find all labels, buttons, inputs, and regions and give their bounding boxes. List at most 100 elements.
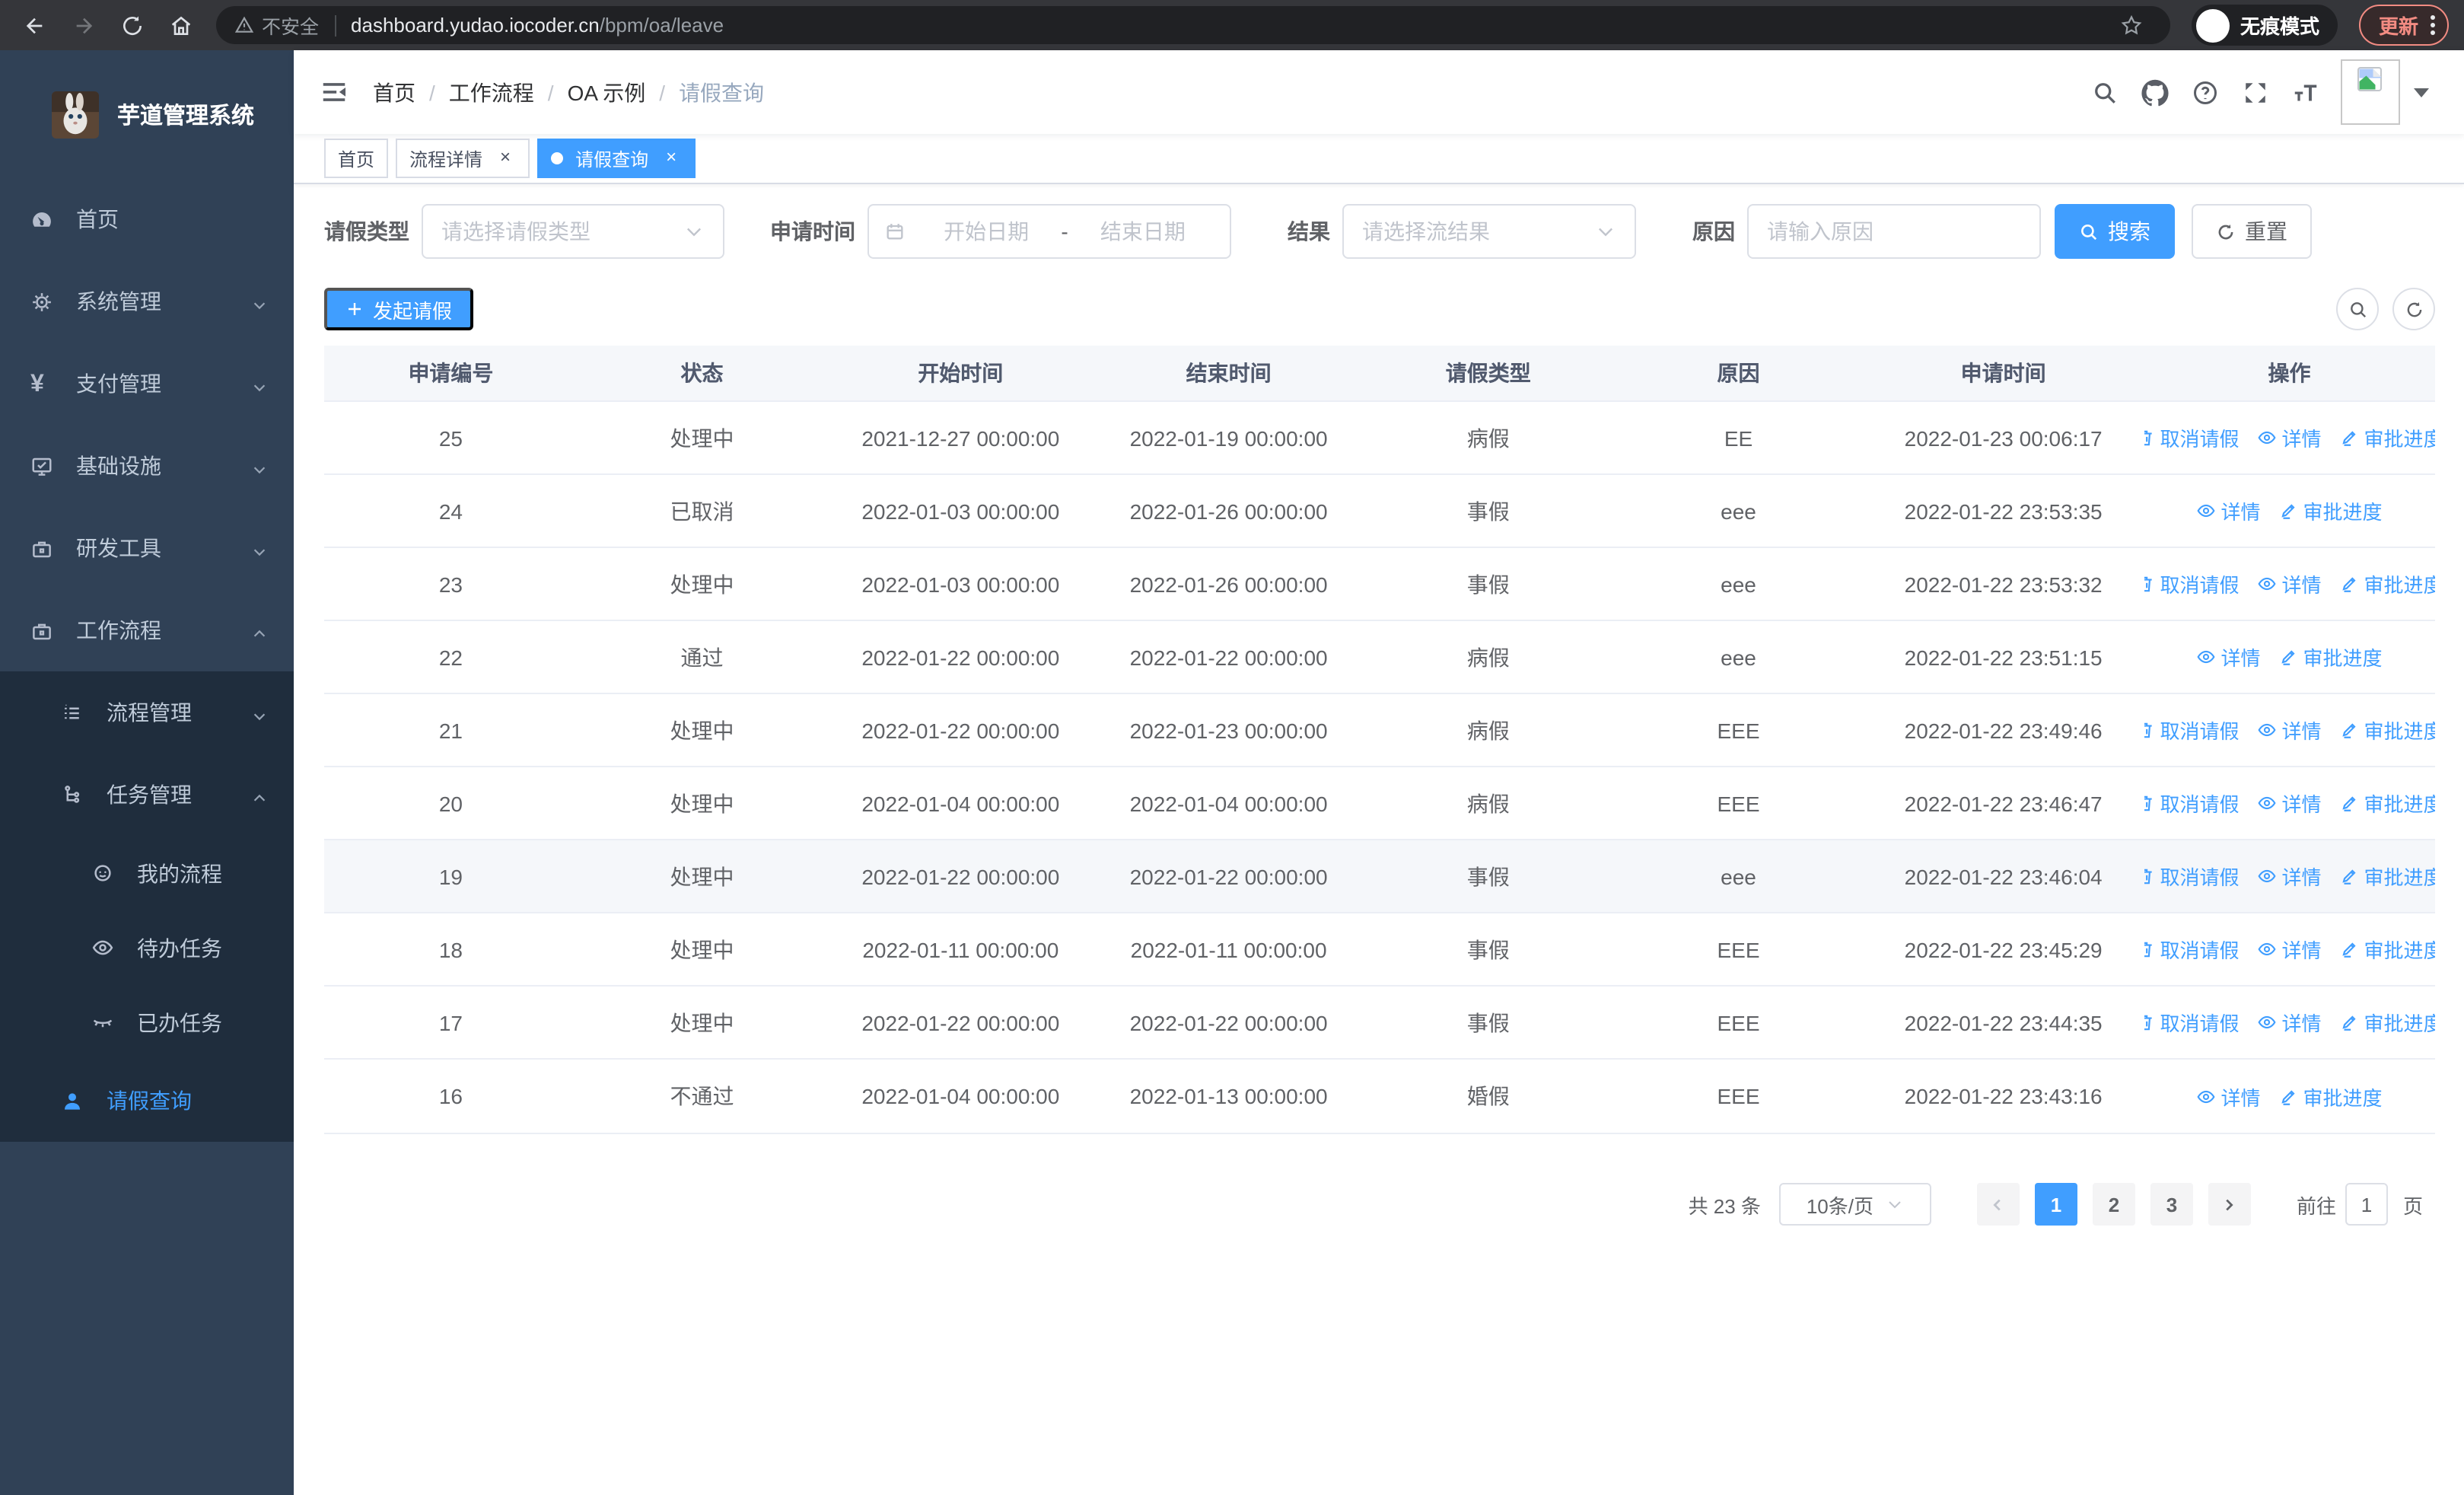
next-page-button[interactable]: [2208, 1183, 2251, 1226]
sidebar-item-system[interactable]: 系统管理: [0, 260, 294, 343]
sidebar-item-payment[interactable]: ¥ 支付管理: [0, 343, 294, 425]
update-button[interactable]: 更新: [2358, 5, 2449, 46]
pen-icon: [2342, 723, 2357, 738]
help-icon[interactable]: [2192, 78, 2219, 106]
detail-link[interactable]: 详情: [2257, 789, 2322, 818]
detail-link[interactable]: 详情: [2196, 642, 2260, 671]
incognito-label: 无痕模式: [2240, 15, 2319, 38]
tab-process-detail[interactable]: 流程详情 ×: [396, 139, 530, 178]
sidebar-item-process-mgmt[interactable]: 流程管理: [0, 671, 294, 754]
approval-progress-link[interactable]: 审批进度: [2278, 496, 2383, 525]
table-row: 18 处理中 2022-01-11 00:00:00 2022-01-11 00…: [324, 913, 2435, 987]
table-body: 25 处理中 2021-12-27 00:00:00 2022-01-19 00…: [324, 402, 2435, 1133]
sidebar-item-todo-tasks[interactable]: 待办任务: [0, 910, 294, 985]
detail-link[interactable]: 详情: [2257, 716, 2322, 744]
page-size-select[interactable]: 10条/页: [1778, 1183, 1931, 1226]
sidebar-item-workflow[interactable]: 工作流程: [0, 589, 294, 671]
detail-link[interactable]: 详情: [2257, 862, 2322, 891]
approval-progress-link[interactable]: 审批进度: [2278, 1082, 2383, 1111]
leave-type-select[interactable]: 请选择请假类型: [422, 204, 724, 259]
reload-icon[interactable]: [113, 5, 152, 45]
reset-button[interactable]: 重置: [2192, 204, 2312, 259]
page-button-2[interactable]: 2: [2092, 1183, 2135, 1226]
cancel-leave-link[interactable]: 取消请假: [2144, 1008, 2239, 1037]
cancel-leave-link[interactable]: 取消请假: [2144, 569, 2239, 598]
goto-page-input[interactable]: [2345, 1183, 2388, 1226]
sidebar-collapse-icon[interactable]: [320, 78, 349, 107]
pen-icon: [2342, 431, 2357, 446]
tab-home[interactable]: 首页: [324, 139, 389, 178]
table-toolbar: 发起请假: [324, 288, 2435, 330]
cell-end-time: 2022-01-13 00:00:00: [1129, 1084, 1328, 1108]
back-icon[interactable]: [15, 5, 55, 45]
approval-progress-link[interactable]: 审批进度: [2340, 1008, 2435, 1037]
sidebar-item-leave-query[interactable]: 请假查询: [0, 1060, 294, 1142]
show-search-button[interactable]: [2336, 288, 2379, 330]
github-icon[interactable]: [2141, 78, 2169, 106]
detail-link[interactable]: 详情: [2257, 569, 2322, 598]
page-button-3[interactable]: 3: [2150, 1183, 2193, 1226]
approval-progress-link[interactable]: 审批进度: [2340, 789, 2435, 818]
breadcrumb-oa[interactable]: OA 示例: [568, 77, 646, 107]
chevron-down-icon: [683, 221, 705, 242]
search-icon[interactable]: [2091, 78, 2119, 106]
cancel-leave-link[interactable]: 取消请假: [2144, 423, 2239, 452]
sidebar-item-home[interactable]: 首页: [0, 178, 294, 260]
cancel-leave-link[interactable]: 取消请假: [2144, 935, 2239, 964]
prev-page-button[interactable]: [1976, 1183, 2020, 1226]
forward-icon[interactable]: [64, 5, 103, 45]
approval-progress-link[interactable]: 审批进度: [2340, 716, 2435, 744]
calendar-icon: [884, 221, 906, 242]
refresh-table-button[interactable]: [2392, 288, 2435, 330]
cancel-leave-link[interactable]: 取消请假: [2144, 789, 2239, 818]
font-size-icon[interactable]: [2292, 78, 2319, 106]
detail-link[interactable]: 详情: [2196, 1082, 2260, 1111]
reason-input[interactable]: 请输入原因: [1747, 204, 2041, 259]
eye-icon: [2197, 650, 2215, 664]
home-icon[interactable]: [161, 5, 201, 45]
end-date-input[interactable]: 结束日期: [1071, 216, 1214, 247]
result-select[interactable]: 请选择流结果: [1342, 204, 1636, 259]
chevron-down-icon: [251, 293, 268, 310]
breadcrumb-workflow[interactable]: 工作流程: [449, 77, 534, 107]
create-leave-button[interactable]: 发起请假: [324, 288, 474, 330]
sidebar-item-done-tasks[interactable]: 已办任务: [0, 985, 294, 1060]
start-date-input[interactable]: 开始日期: [915, 216, 1058, 247]
eye-icon: [91, 936, 114, 959]
sidebar-item-my-process[interactable]: 我的流程: [0, 836, 294, 910]
approval-progress-link[interactable]: 审批进度: [2278, 642, 2383, 671]
sidebar-item-infra[interactable]: 基础设施: [0, 425, 294, 507]
bookmark-star-icon[interactable]: [2112, 5, 2152, 45]
cancel-leave-link[interactable]: 取消请假: [2144, 716, 2239, 744]
apply-time-label: 申请时间: [770, 219, 855, 244]
browser-menu-icon[interactable]: [2431, 15, 2435, 35]
search-button[interactable]: 搜索: [2055, 204, 2175, 259]
chevron-down-icon: [251, 540, 268, 556]
detail-link[interactable]: 详情: [2257, 1008, 2322, 1037]
sidebar-item-devtools[interactable]: 研发工具: [0, 507, 294, 589]
apply-time-range-picker[interactable]: 开始日期 - 结束日期: [867, 204, 1231, 259]
detail-link[interactable]: 详情: [2257, 423, 2322, 452]
address-bar[interactable]: 不安全 dashboard.yudao.iocoder.cn/bpm/oa/le…: [216, 6, 2170, 44]
cancel-leave-link[interactable]: 取消请假: [2144, 862, 2239, 891]
avatar-caret-icon[interactable]: [2414, 88, 2429, 97]
page-button-1[interactable]: 1: [2034, 1183, 2077, 1226]
approval-progress-link[interactable]: 审批进度: [2340, 862, 2435, 891]
fullscreen-icon[interactable]: [2242, 78, 2269, 106]
detail-link[interactable]: 详情: [2196, 496, 2260, 525]
sidebar-item-task-mgmt[interactable]: 任务管理: [0, 754, 294, 836]
avatar[interactable]: [2341, 59, 2400, 125]
approval-progress-link[interactable]: 审批进度: [2340, 935, 2435, 964]
app-logo[interactable]: 芋道管理系统: [0, 50, 294, 178]
pen-icon: [2342, 796, 2357, 811]
approval-progress-link[interactable]: 审批进度: [2340, 569, 2435, 598]
tab-leave-query[interactable]: 请假查询 ×: [537, 139, 696, 178]
divider: [334, 14, 336, 36]
breadcrumb-home[interactable]: 首页: [373, 77, 415, 107]
approval-progress-link[interactable]: 审批进度: [2340, 423, 2435, 452]
refresh-icon: [2218, 224, 2233, 239]
close-icon[interactable]: ×: [495, 147, 516, 169]
close-icon[interactable]: ×: [661, 147, 682, 169]
site-security[interactable]: 不安全: [234, 11, 319, 40]
detail-link[interactable]: 详情: [2257, 935, 2322, 964]
